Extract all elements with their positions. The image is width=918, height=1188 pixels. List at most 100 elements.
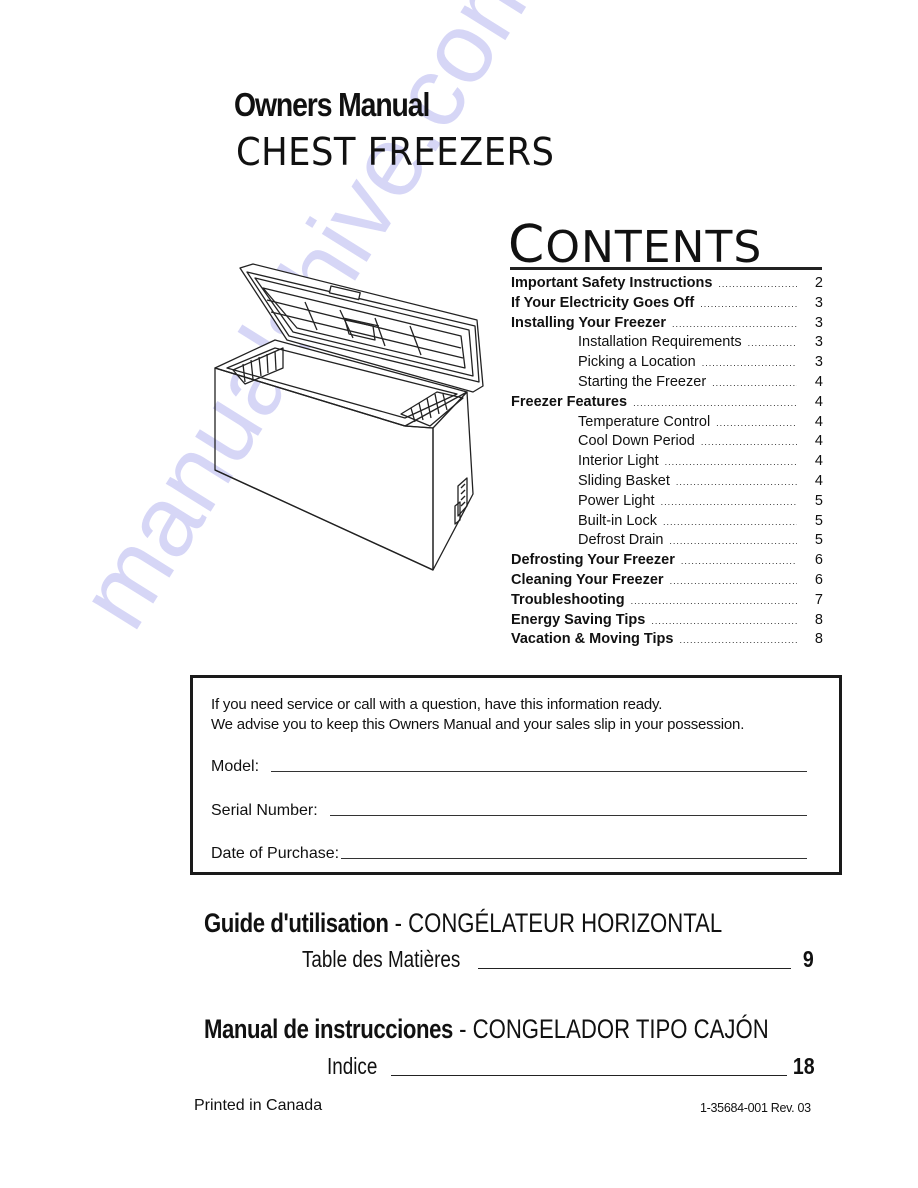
- toc-entry-page: 6: [814, 571, 823, 588]
- toc-leader-dots: [676, 473, 797, 493]
- contents-heading: CONTENTS: [508, 215, 762, 275]
- french-toc-leader: [478, 967, 792, 969]
- toc-entry-page: 5: [814, 492, 823, 509]
- toc-entry-page: 6: [814, 552, 823, 569]
- toc-entry-page: 4: [814, 373, 823, 390]
- french-title-rest: - CONGÉLATEUR HORIZONTAL: [388, 908, 723, 938]
- toc-entry[interactable]: Interior Light 4: [511, 452, 823, 472]
- toc-entry[interactable]: Troubleshooting 7: [511, 591, 823, 611]
- toc-entry-label: Energy Saving Tips: [511, 611, 646, 628]
- part-number: 1-35684-001 Rev. 03: [700, 1101, 811, 1115]
- toc-entry[interactable]: Cool Down Period 4: [511, 432, 823, 452]
- model-label: Model:: [211, 758, 260, 775]
- toc-entry[interactable]: Sliding Basket 4: [511, 472, 823, 492]
- toc-leader-dots: [681, 552, 797, 572]
- toc-entry[interactable]: Starting the Freezer 4: [511, 373, 823, 393]
- toc-entry-label: If Your Electricity Goes Off: [511, 294, 695, 311]
- spanish-title: Manual de instrucciones - CONGELADOR TIP…: [204, 1014, 769, 1045]
- toc-entry-page: 7: [814, 591, 823, 608]
- toc-leader-dots: [701, 433, 797, 453]
- toc-leader-dots: [748, 334, 797, 354]
- toc-leader-dots: [702, 354, 797, 374]
- toc-entry-page: 4: [814, 472, 823, 489]
- toc-entry-page: 3: [814, 334, 823, 351]
- printed-in-note: Printed in Canada: [194, 1097, 323, 1114]
- french-toc-link[interactable]: Table des Matières 9: [302, 946, 814, 973]
- info-line-2: We advise you to keep this Owners Manual…: [211, 716, 745, 733]
- toc-leader-dots: [712, 374, 797, 394]
- toc-entry-page: 3: [814, 314, 823, 331]
- toc-entry[interactable]: Picking a Location 3: [511, 353, 823, 373]
- info-line-1: If you need service or call with a quest…: [211, 696, 663, 713]
- toc-entry-label: Sliding Basket: [578, 472, 670, 489]
- toc-leader-dots: [661, 493, 797, 513]
- toc-entry[interactable]: Installing Your Freezer 3: [511, 314, 823, 334]
- toc-entry[interactable]: Vacation & Moving Tips 8: [511, 630, 823, 650]
- toc-entry[interactable]: Defrost Drain 5: [511, 531, 823, 551]
- toc-leader-dots: [669, 532, 797, 552]
- manual-subtitle: Owners Manual: [234, 86, 430, 123]
- toc-entry-label: Power Light: [578, 492, 655, 509]
- toc-entry[interactable]: Temperature Control 4: [511, 413, 823, 433]
- spanish-toc-link[interactable]: Indice 18: [327, 1053, 815, 1080]
- toc-entry-page: 8: [814, 611, 823, 628]
- toc-entry[interactable]: If Your Electricity Goes Off 3: [511, 294, 823, 314]
- table-of-contents: Important Safety Instructions 2 If Your El…: [511, 274, 823, 650]
- spanish-toc-label: Indice: [327, 1053, 378, 1079]
- toc-entry-page: 5: [814, 532, 823, 549]
- toc-leader-dots: [670, 572, 797, 592]
- toc-entry-label: Starting the Freezer: [578, 373, 707, 390]
- toc-entry[interactable]: Defrosting Your Freezer 6: [511, 551, 823, 571]
- toc-leader-dots: [633, 394, 797, 414]
- date-of-purchase-field[interactable]: Date of Purchase:: [211, 845, 807, 863]
- toc-entry-label: Installation Requirements: [578, 334, 742, 351]
- serial-number-underline[interactable]: [329, 814, 807, 816]
- toc-entry[interactable]: Freezer Features 4: [511, 393, 823, 413]
- toc-entry-page: 3: [814, 294, 823, 311]
- spanish-toc-leader: [391, 1074, 788, 1076]
- toc-entry-label: Freezer Features: [511, 393, 628, 410]
- french-toc-page: 9: [803, 946, 814, 972]
- contents-rule: [510, 267, 822, 270]
- toc-leader-dots: [631, 592, 797, 612]
- toc-leader-dots: [700, 295, 797, 315]
- info-box: If you need service or call with a quest…: [190, 675, 842, 875]
- spanish-title-bold: Manual de instrucciones: [204, 1014, 453, 1044]
- toc-entry[interactable]: Built-in Lock 5: [511, 512, 823, 532]
- french-title-bold: Guide d'utilisation: [204, 908, 389, 938]
- toc-leader-dots: [672, 315, 797, 335]
- chest-freezer-illustration: [214, 263, 484, 571]
- toc-leader-dots: [716, 414, 797, 434]
- french-title: Guide d'utilisation - CONGÉLATEUR HORIZO…: [204, 908, 722, 939]
- toc-entry-label: Troubleshooting: [511, 591, 625, 608]
- toc-entry-label: Vacation & Moving Tips: [511, 631, 674, 648]
- toc-entry-label: Cleaning Your Freezer: [511, 571, 664, 588]
- spanish-title-rest: - CONGELADOR TIPO CAJÓN: [452, 1014, 769, 1044]
- toc-entry-page: 2: [814, 275, 823, 291]
- manual-title: CHEST FREEZERS: [236, 130, 555, 174]
- toc-entry-label: Built-in Lock: [578, 512, 657, 529]
- toc-entry-label: Cool Down Period: [578, 433, 695, 450]
- toc-entry-page: 5: [814, 512, 823, 529]
- toc-leader-dots: [718, 275, 797, 295]
- toc-entry[interactable]: Power Light 5: [511, 492, 823, 512]
- toc-entry[interactable]: Cleaning Your Freezer 6: [511, 571, 823, 591]
- toc-entry[interactable]: Energy Saving Tips 8: [511, 611, 823, 631]
- toc-entry[interactable]: Installation Requirements 3: [511, 333, 823, 353]
- toc-leader-dots: [663, 513, 797, 533]
- toc-entry-page: 4: [814, 393, 823, 410]
- date-of-purchase-label: Date of Purchase:: [211, 845, 340, 862]
- toc-entry-label: Installing Your Freezer: [511, 314, 666, 331]
- toc-entry-label: Important Safety Instructions: [511, 275, 713, 291]
- toc-entry-page: 4: [814, 433, 823, 450]
- model-field[interactable]: Model:: [211, 758, 807, 776]
- toc-entry[interactable]: Important Safety Instructions 2: [511, 274, 823, 294]
- serial-number-field[interactable]: Serial Number:: [211, 802, 807, 820]
- french-toc-label: Table des Matières: [302, 946, 461, 972]
- serial-number-label: Serial Number:: [211, 802, 318, 819]
- toc-entry-label: Picking a Location: [578, 354, 696, 371]
- toc-entry-label: Temperature Control: [578, 413, 711, 430]
- date-of-purchase-underline[interactable]: [341, 857, 807, 859]
- toc-leader-dots: [679, 631, 797, 651]
- model-underline[interactable]: [271, 770, 807, 772]
